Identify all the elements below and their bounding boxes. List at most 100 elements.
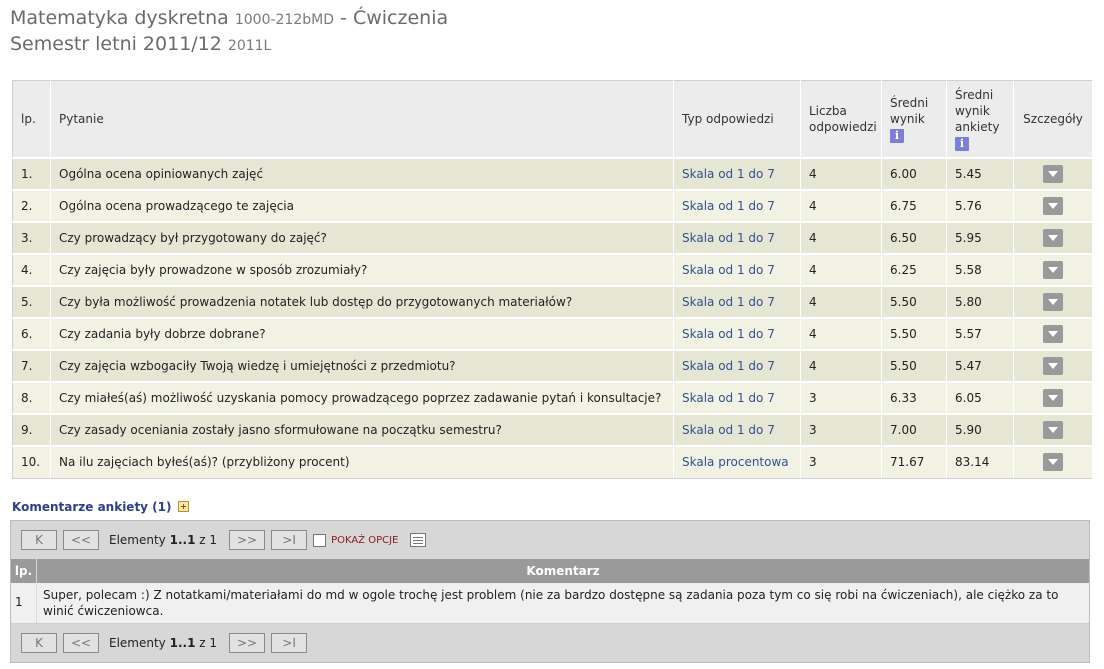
row-answer-type-link[interactable]: Skala od 1 do 7 bbox=[673, 253, 801, 286]
row-answer-type-link[interactable]: Skala od 1 do 7 bbox=[673, 349, 801, 382]
details-dropdown-icon[interactable] bbox=[1043, 261, 1063, 279]
row-count: 4 bbox=[800, 189, 882, 222]
col-avg-score: Średni wynik i bbox=[881, 80, 947, 158]
col-question: Pytanie bbox=[50, 80, 674, 158]
semester-name: Semestr letni 2011/12 bbox=[10, 33, 222, 55]
next-page-button[interactable]: >> bbox=[229, 633, 266, 653]
row-count: 4 bbox=[800, 253, 882, 286]
row-answer-type-link[interactable]: Skala od 1 do 7 bbox=[673, 157, 801, 190]
row-avg-score: 6.50 bbox=[881, 221, 947, 254]
row-avg-score: 5.50 bbox=[881, 285, 947, 318]
first-page-button[interactable]: K bbox=[21, 633, 57, 653]
row-lp: 6. bbox=[12, 317, 51, 350]
table-row: 9. Czy zasady oceniania zostały jasno sfo… bbox=[12, 413, 1093, 446]
row-question: Czy zajęcia były prowadzone w sposób zro… bbox=[50, 253, 674, 286]
row-avg-score: 71.67 bbox=[881, 445, 947, 478]
row-count: 3 bbox=[800, 413, 882, 446]
row-details bbox=[1013, 285, 1093, 318]
show-options-checkbox[interactable] bbox=[313, 533, 327, 547]
row-answer-type-link[interactable]: Skala od 1 do 7 bbox=[673, 381, 801, 414]
row-answer-type-link[interactable]: Skala od 1 do 7 bbox=[673, 189, 801, 222]
table-row: 3. Czy prowadzący był przygotowany do zaj… bbox=[12, 221, 1093, 254]
row-answer-type-link[interactable]: Skala od 1 do 7 bbox=[673, 317, 801, 350]
show-options-label[interactable]: POKAŻ OPCJE bbox=[331, 535, 398, 546]
row-details bbox=[1013, 253, 1093, 286]
page-header: Matematyka dyskretna 1000-212bMD - Ćwicz… bbox=[10, 6, 1092, 58]
row-details bbox=[1013, 189, 1093, 222]
details-dropdown-icon[interactable] bbox=[1043, 357, 1063, 375]
row-details bbox=[1013, 381, 1093, 414]
row-details bbox=[1013, 157, 1093, 190]
comment-row: 1 Super, polecam :) Z notatkami/materiała… bbox=[11, 583, 1089, 624]
row-avg-survey: 5.80 bbox=[946, 285, 1014, 318]
row-lp: 7. bbox=[12, 349, 51, 382]
of-label: z bbox=[199, 636, 206, 650]
prev-page-button[interactable]: << bbox=[63, 633, 99, 653]
col-avg-score-label: Średni wynik bbox=[890, 96, 929, 126]
row-lp: 5. bbox=[12, 285, 51, 318]
row-lp: 3. bbox=[12, 221, 51, 254]
comments-header-row: lp. Komentarz bbox=[11, 559, 1089, 583]
comments-body: 1 Super, polecam :) Z notatkami/materiała… bbox=[11, 583, 1089, 624]
table-row: 10. Na ilu zajęciach byłeś(aś)? (przybliż… bbox=[12, 445, 1093, 478]
details-dropdown-icon[interactable] bbox=[1043, 197, 1063, 215]
pager-bottom: K << Elementy 1..1 z 1 >> >I bbox=[11, 624, 1089, 662]
comment-lp: 1 bbox=[11, 583, 37, 623]
last-page-button[interactable]: >I bbox=[271, 530, 308, 550]
col-lp: lp. bbox=[12, 80, 51, 158]
title-separator: - bbox=[340, 7, 347, 29]
col-avg-survey-label: Średni wynik ankiety bbox=[955, 88, 1000, 134]
row-answer-type-link[interactable]: Skala od 1 do 7 bbox=[673, 285, 801, 318]
row-avg-survey: 5.90 bbox=[946, 413, 1014, 446]
details-dropdown-icon[interactable] bbox=[1043, 325, 1063, 343]
semester-title: Semestr letni 2011/12 2011L bbox=[10, 32, 1092, 58]
table-row: 4. Czy zajęcia były prowadzone w sposób z… bbox=[12, 253, 1093, 286]
elements-label: Elementy bbox=[109, 533, 166, 547]
details-dropdown-icon[interactable] bbox=[1043, 389, 1063, 407]
row-lp: 10. bbox=[12, 445, 51, 478]
row-avg-score: 6.25 bbox=[881, 253, 947, 286]
row-count: 4 bbox=[800, 317, 882, 350]
row-lp: 2. bbox=[12, 189, 51, 222]
info-icon[interactable]: i bbox=[890, 129, 904, 143]
details-dropdown-icon[interactable] bbox=[1043, 165, 1063, 183]
table-row: 1. Ogólna ocena opiniowanych zajęć Skala o… bbox=[12, 157, 1093, 190]
comments-title[interactable]: Komentarze ankiety (1) bbox=[12, 500, 189, 514]
row-question: Czy prowadzący był przygotowany do zajęć… bbox=[50, 221, 674, 254]
row-question: Czy była możliwość prowadzenia notatek l… bbox=[50, 285, 674, 318]
last-page-button[interactable]: >I bbox=[271, 633, 308, 653]
col-count: Liczba odpowiedzi bbox=[800, 80, 882, 158]
row-answer-type-link[interactable]: Skala od 1 do 7 bbox=[673, 221, 801, 254]
details-dropdown-icon[interactable] bbox=[1043, 421, 1063, 439]
details-dropdown-icon[interactable] bbox=[1043, 229, 1063, 247]
row-details bbox=[1013, 317, 1093, 350]
first-page-button[interactable]: K bbox=[21, 530, 57, 550]
details-dropdown-icon[interactable] bbox=[1043, 453, 1063, 472]
row-avg-score: 5.50 bbox=[881, 349, 947, 382]
row-answer-type-link[interactable]: Skala procentowa bbox=[673, 445, 801, 478]
pager-top: K << Elementy 1..1 z 1 >> >I POKAŻ OPCJE bbox=[11, 521, 1089, 559]
prev-page-button[interactable]: << bbox=[63, 530, 99, 550]
class-type: Ćwiczenia bbox=[352, 7, 449, 29]
details-dropdown-icon[interactable] bbox=[1043, 293, 1063, 311]
next-page-button[interactable]: >> bbox=[229, 530, 266, 550]
col-details: Szczegóły bbox=[1013, 80, 1093, 158]
row-avg-score: 6.33 bbox=[881, 381, 947, 414]
row-answer-type-link[interactable]: Skala od 1 do 7 bbox=[673, 413, 801, 446]
elements-count: Elementy 1..1 z 1 bbox=[109, 533, 217, 547]
col-avg-survey: Średni wynik ankiety i bbox=[946, 80, 1014, 158]
export-icon[interactable] bbox=[410, 533, 427, 547]
row-avg-survey: 5.76 bbox=[946, 189, 1014, 222]
row-avg-score: 6.00 bbox=[881, 157, 947, 190]
row-count: 4 bbox=[800, 157, 882, 190]
expand-plus-icon[interactable] bbox=[177, 501, 189, 512]
row-question: Na ilu zajęciach byłeś(aś)? (przybliżony… bbox=[50, 445, 674, 478]
row-avg-survey: 5.95 bbox=[946, 221, 1014, 254]
row-details bbox=[1013, 445, 1093, 478]
course-code: 1000-212bMD bbox=[234, 12, 334, 28]
row-avg-score: 5.50 bbox=[881, 317, 947, 350]
comments-title-text[interactable]: Komentarze ankiety (1) bbox=[12, 500, 172, 514]
row-avg-survey: 5.47 bbox=[946, 349, 1014, 382]
comments-col-comment: Komentarz bbox=[526, 564, 600, 578]
info-icon[interactable]: i bbox=[955, 137, 969, 151]
